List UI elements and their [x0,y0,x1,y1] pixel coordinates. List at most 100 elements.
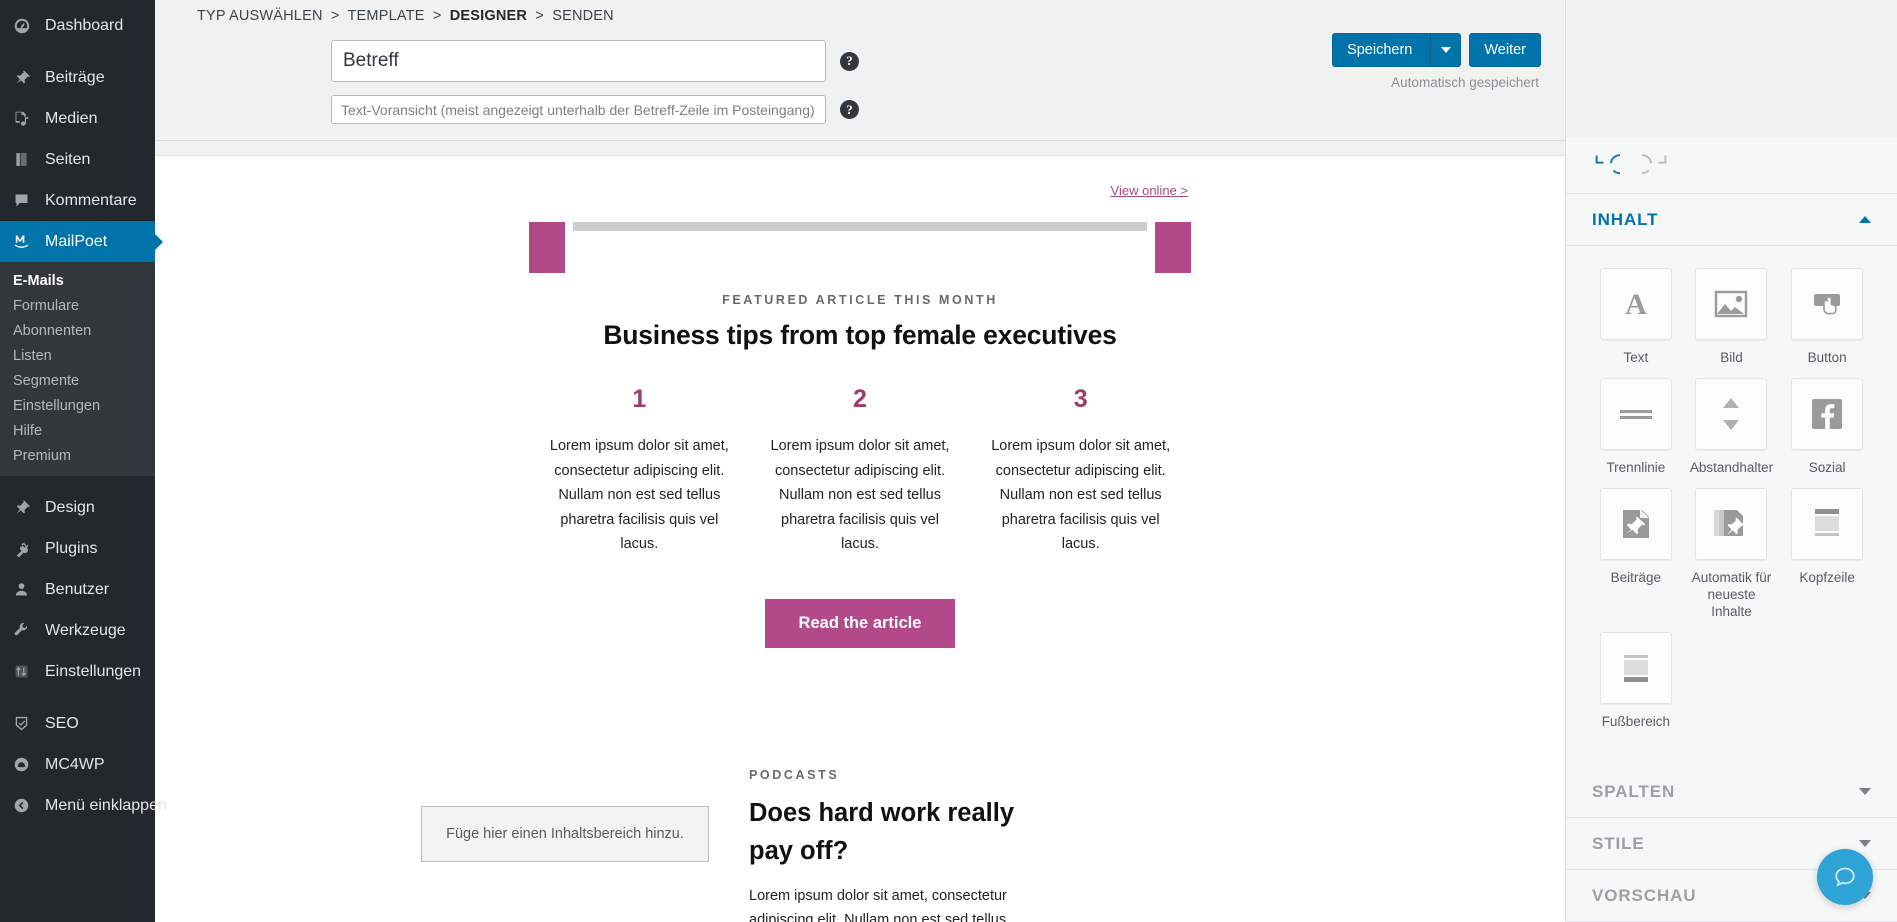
text-icon: A [1599,268,1672,340]
sidebar-item-werkzeuge[interactable]: Werkzeuge [0,610,155,651]
help-icon[interactable]: ? [840,100,859,119]
featured-headline[interactable]: Business tips from top female executives [529,320,1191,351]
submenu-item-formulare[interactable]: Formulare [0,293,155,318]
svg-text:A: A [1625,288,1647,321]
widget-button[interactable]: Button [1779,268,1875,374]
button-icon [1791,268,1864,340]
mailpoet-icon [13,233,39,250]
chevron-down-icon [1440,47,1451,53]
section-header-inhalt[interactable]: INHALT [1566,194,1897,246]
column-item[interactable]: 2 Lorem ipsum dolor sit amet, consectetu… [750,385,971,557]
user-icon [13,581,39,598]
section-header-spalten[interactable]: SPALTEN [1566,766,1897,818]
sidebar-item-plugins[interactable]: Plugins [0,528,155,569]
view-online-link[interactable]: View online > [1111,183,1188,198]
save-button-group: Speichern [1332,33,1462,67]
email-canvas[interactable]: View online > FEATURED ARTICLE THIS MONT… [155,140,1565,922]
widget-label: Beiträge [1610,570,1661,585]
column-item[interactable]: 3 Lorem ipsum dolor sit amet, consectetu… [970,385,1191,557]
submenu-item-listen[interactable]: Listen [0,343,155,368]
header-bar [573,222,1147,231]
widget-label: Text [1623,350,1649,365]
column-number: 1 [632,385,647,413]
sidebar-item-benutzer[interactable]: Benutzer [0,569,155,610]
subject-input[interactable] [331,40,826,82]
sidebar-item-medien[interactable]: Medien [0,98,155,139]
sidebar-item-einstellungen[interactable]: Einstellungen [0,651,155,692]
submenu-item-premium[interactable]: Premium [0,443,155,468]
header-icon [1791,488,1864,560]
sidebar-item-beitraege[interactable]: Beiträge [0,57,155,98]
header-decoration [529,222,1191,275]
sidebar-item-mailpoet[interactable]: MailPoet [0,221,155,262]
featured-eyebrow: FEATURED ARTICLE THIS MONTH [722,293,998,307]
sidebar-item-collapse-menu[interactable]: Menü einklappen [0,785,167,826]
chat-bubble-icon [1835,867,1855,887]
sidebar-item-label: MC4WP [45,755,105,773]
header-square-right [1155,222,1191,273]
sidebar-item-label: Beiträge [45,68,105,86]
sidebar-item-mc4wp[interactable]: MC4WP [0,744,155,785]
column-item[interactable]: 1 Lorem ipsum dolor sit amet, consectetu… [529,385,750,557]
widget-bild[interactable]: Bild [1684,268,1780,374]
redo-icon[interactable] [1642,153,1670,177]
widget-label: Automatik für neueste Inhalte [1691,570,1772,619]
submenu-item-hilfe[interactable]: Hilfe [0,418,155,443]
sidebar-item-dashboard[interactable]: Dashboard [0,5,155,46]
undo-icon[interactable] [1592,153,1620,177]
column-body: Lorem ipsum dolor sit amet, consectetur … [770,438,950,552]
podcast-title[interactable]: Does hard work really pay off? [749,794,1049,870]
widget-text[interactable]: A Text [1588,268,1684,374]
submenu-item-abonnenten[interactable]: Abonnenten [0,318,155,343]
footer-icon [1599,632,1672,704]
pin-icon [13,69,39,86]
section-title: VORSCHAU [1592,885,1697,905]
submenu-item-einstellungen[interactable]: Einstellungen [0,393,155,418]
preview-text-input[interactable] [331,95,826,124]
top-action-buttons: Speichern Weiter [1332,33,1541,67]
main-content-area: TYP AUSWÄHLEN > TEMPLATE > DESIGNER > SE… [155,0,1565,922]
mailpoet-designer-page: Dashboard Beiträge Medien Seiten Komment… [0,0,1897,922]
editor-sidebar-panel: INHALT A Text Bild Button Trennlinie Abs… [1565,0,1897,922]
canvas-top-strip [155,141,1565,156]
widget-fussbereich[interactable]: Fußbereich [1588,632,1684,738]
content-drop-area[interactable]: Füge hier einen Inhaltsbereich hinzu. [421,806,709,862]
widget-trennlinie[interactable]: Trennlinie [1588,378,1684,484]
auto-latest-content-icon [1695,488,1768,560]
save-dropdown-button[interactable] [1431,33,1462,67]
sidebar-item-seo[interactable]: SEO [0,703,155,744]
submenu-item-emails[interactable]: E-Mails [0,268,155,293]
facebook-icon [1791,378,1864,450]
save-button[interactable]: Speichern [1332,33,1432,67]
widget-beitraege[interactable]: Beiträge [1588,488,1684,628]
breadcrumb-step-typ[interactable]: TYP AUSWÄHLEN [197,8,323,24]
widget-abstandhalter[interactable]: Abstandhalter [1684,378,1780,484]
breadcrumb-step-senden[interactable]: SENDEN [552,8,614,24]
breadcrumb-step-template[interactable]: TEMPLATE [348,8,425,24]
breadcrumb-step-designer[interactable]: DESIGNER [450,8,527,24]
widget-automatik-neueste-inhalte[interactable]: Automatik für neueste Inhalte [1684,488,1780,628]
breadcrumb: TYP AUSWÄHLEN > TEMPLATE > DESIGNER > SE… [197,8,614,24]
column-body: Lorem ipsum dolor sit amet, consectetur … [991,438,1171,552]
sidebar-item-design[interactable]: Design [0,487,155,528]
widget-kopfzeile[interactable]: Kopfzeile [1779,488,1875,628]
widget-sozial[interactable]: Sozial [1779,378,1875,484]
preview-text-field-row: ? [331,95,859,124]
submenu-item-segmente[interactable]: Segmente [0,368,155,393]
sidebar-item-seiten[interactable]: Seiten [0,139,155,180]
chevron-down-icon [1859,840,1871,847]
sidebar-item-kommentare[interactable]: Kommentare [0,180,155,221]
spacer-icon [1695,378,1768,450]
next-button[interactable]: Weiter [1469,33,1541,67]
sidebar-item-label: Werkzeuge [45,621,126,639]
breadcrumb-separator: > [330,8,340,24]
help-icon[interactable]: ? [840,51,859,71]
sidebar-item-label: MailPoet [45,232,108,250]
wp-admin-sidebar: Dashboard Beiträge Medien Seiten Komment… [0,0,167,922]
divider-icon [1599,378,1672,450]
content-widget-grid: A Text Bild Button Trennlinie Abstandhal… [1566,246,1897,752]
widget-label: Kopfzeile [1799,570,1855,585]
read-the-article-button[interactable]: Read the article [764,598,956,648]
chevron-up-icon [1859,216,1871,223]
help-chat-button[interactable] [1817,849,1873,905]
